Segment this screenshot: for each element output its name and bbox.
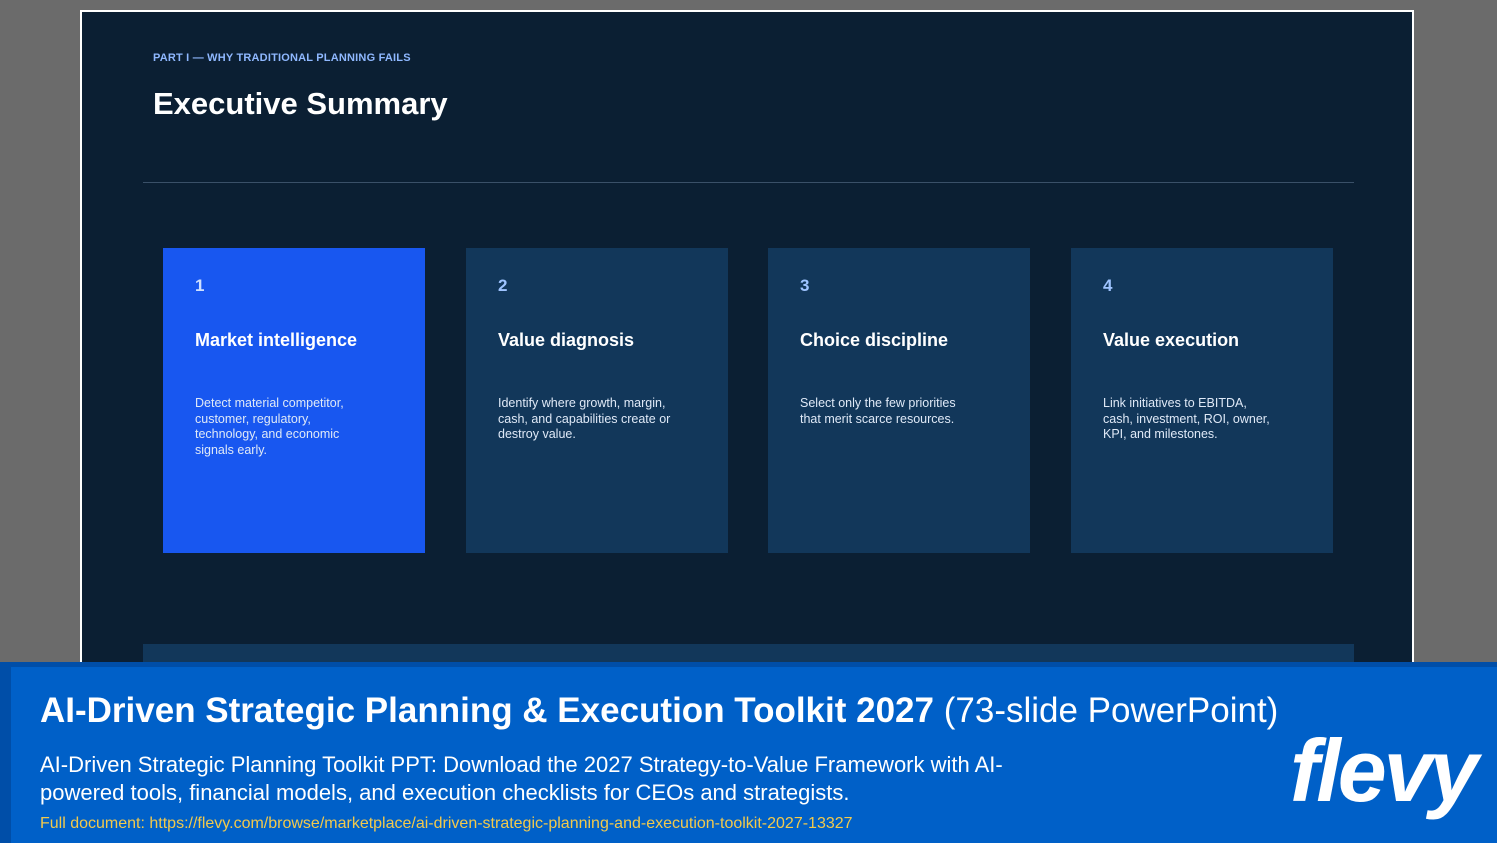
card-value-diagnosis: 2 Value diagnosis Identify where growth,… xyxy=(466,248,728,553)
card-number: 3 xyxy=(800,276,810,295)
banner-title: AI-Driven Strategic Planning & Execution… xyxy=(40,691,1278,731)
card-heading: Value diagnosis xyxy=(498,330,635,350)
card-number: 4 xyxy=(1103,276,1113,295)
slide: PART I — WHY TRADITIONAL PLANNING FAILS … xyxy=(80,10,1414,690)
product-banner: AI-Driven Strategic Planning & Execution… xyxy=(0,662,1497,843)
card-heading: Choice discipline xyxy=(800,330,949,350)
divider xyxy=(143,182,1354,183)
banner-title-main: AI-Driven Strategic Planning & Execution… xyxy=(40,691,934,730)
card-number: 1 xyxy=(195,276,205,295)
card-description: Identify where growth, margin, cash, and… xyxy=(498,396,671,441)
document-link[interactable]: Full document: https://flevy.com/browse/… xyxy=(40,815,853,833)
card-value-execution: 4 Value execution Link initiatives to EB… xyxy=(1071,248,1333,553)
card-description: Select only the few priorities that meri… xyxy=(800,396,956,426)
card-heading: Value execution xyxy=(1103,330,1240,350)
flevy-logo[interactable]: flevy xyxy=(1290,727,1479,815)
card-choice-discipline: 3 Choice discipline Select only the few … xyxy=(768,248,1030,553)
card-description: Detect material competitor, customer, re… xyxy=(195,396,344,457)
slide-title: Executive Summary xyxy=(153,86,448,121)
card-heading: Market intelligence xyxy=(195,330,358,350)
card-description: Link initiatives to EBITDA, cash, invest… xyxy=(1103,396,1270,441)
banner-description: AI-Driven Strategic Planning Toolkit PPT… xyxy=(40,752,1003,805)
card-number: 2 xyxy=(498,276,508,295)
banner-edge xyxy=(0,667,11,843)
card-market-intelligence: 1 Market intelligence Detect material co… xyxy=(163,248,425,553)
banner-title-suffix: (73-slide PowerPoint) xyxy=(943,691,1279,730)
section-kicker: PART I — WHY TRADITIONAL PLANNING FAILS xyxy=(153,52,411,64)
